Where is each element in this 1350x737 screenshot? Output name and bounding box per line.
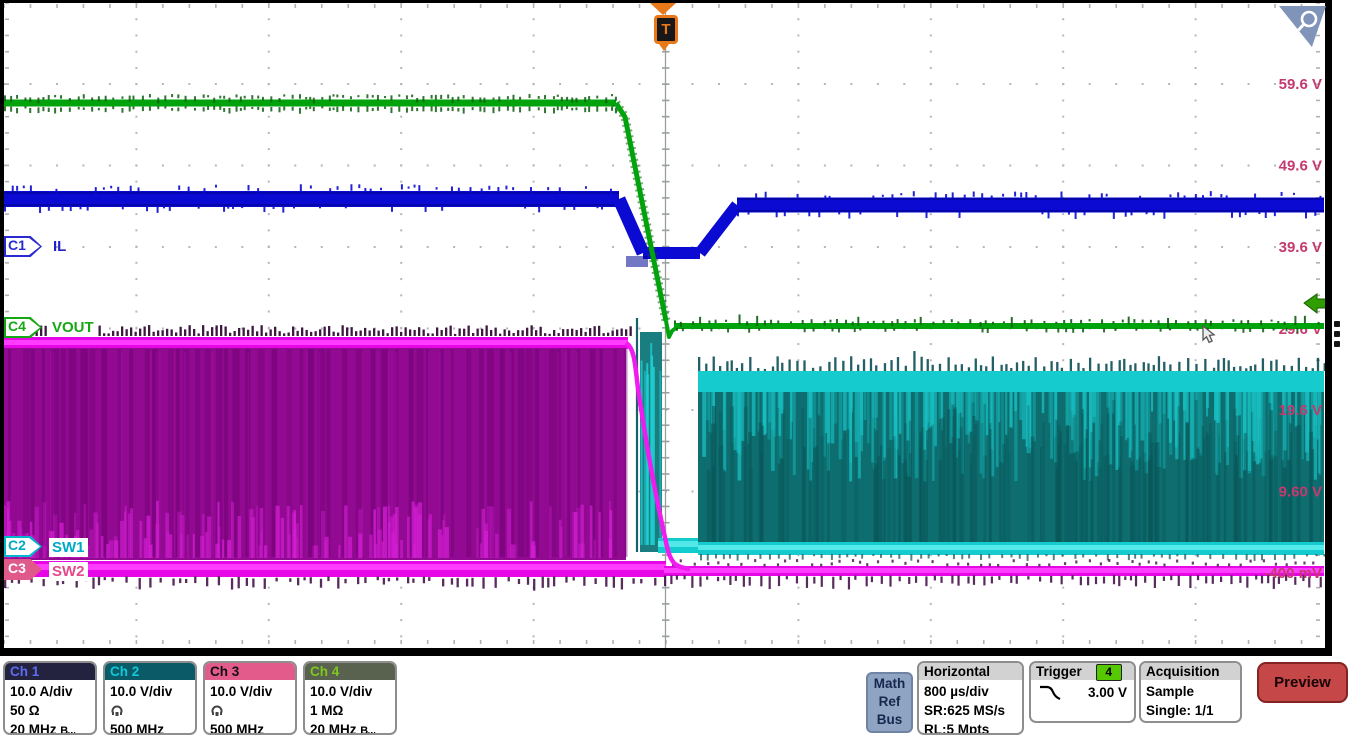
acquisition-title: Acquisition xyxy=(1141,663,1240,680)
c3-trace-label[interactable]: SW2 xyxy=(49,562,88,581)
ch4-coupling: 1 MΩ xyxy=(310,701,390,720)
channel-badge-ch4[interactable]: Ch 4 10.0 V/div 1 MΩ 20 MHz Bw xyxy=(303,661,397,735)
preview-button[interactable]: Preview xyxy=(1257,662,1348,703)
probe-coupling-icon xyxy=(110,701,190,720)
ch1-scale: 10.0 A/div xyxy=(10,682,90,701)
horizontal-sample-rate: SR:625 MS/s xyxy=(924,701,1017,720)
ch4-header: Ch 4 xyxy=(305,663,395,680)
bw-limit-icon: Bw xyxy=(60,725,75,735)
c1-badge-text: C1 xyxy=(8,237,26,253)
scale-label: 19.6 V xyxy=(1279,402,1322,419)
horizontal-title: Horizontal xyxy=(919,663,1022,680)
trigger-triangle-icon xyxy=(650,3,676,15)
ch2-bandwidth: 500 MHz xyxy=(110,720,190,735)
trigger-marker-icon: T xyxy=(654,15,678,44)
c1-trace-label[interactable]: IL xyxy=(50,237,69,256)
c2-trace-label[interactable]: SW1 xyxy=(49,538,88,557)
ch4-scale: 10.0 V/div xyxy=(310,682,390,701)
c3-badge-text: C3 xyxy=(8,560,26,576)
channel-marker-c2[interactable]: C2 xyxy=(4,536,42,557)
scale-label: 9.60 V xyxy=(1279,484,1322,501)
ch3-header: Ch 3 xyxy=(205,663,295,680)
channel-marker-c1[interactable]: C1 xyxy=(4,236,42,257)
ch1-header: Ch 1 xyxy=(5,663,95,680)
channel-badge-ch2[interactable]: Ch 2 10.0 V/div 500 MHz xyxy=(103,661,197,735)
scale-label: 39.6 V xyxy=(1279,239,1322,256)
bus-label: Bus xyxy=(868,711,911,729)
math-ref-bus-button[interactable]: Math Ref Bus xyxy=(866,672,913,733)
horizontal-badge[interactable]: Horizontal 800 µs/div SR:625 MS/s RL:5 M… xyxy=(917,661,1024,735)
scale-label: 49.6 V xyxy=(1279,158,1322,175)
scale-label: 59.6 V xyxy=(1279,76,1322,93)
trigger-level: 3.00 V xyxy=(1088,685,1127,700)
c4-badge-text: C4 xyxy=(8,318,26,334)
waveform-display[interactable]: 59.6 V 49.6 V 39.6 V 29.6 V 19.6 V 9.60 … xyxy=(0,0,1332,656)
channel-badge-ch3[interactable]: Ch 3 10.0 V/div 500 MHz xyxy=(203,661,297,735)
trigger-arrow-icon xyxy=(659,44,669,51)
c4-trace-label[interactable]: VOUT xyxy=(49,318,97,337)
trigger-title: Trigger4 xyxy=(1031,663,1134,680)
ch2-scale: 10.0 V/div xyxy=(110,682,190,701)
ref-label: Ref xyxy=(868,693,911,711)
bw-limit-icon: Bw xyxy=(360,725,375,735)
horizontal-scale: 800 µs/div xyxy=(924,682,1017,701)
trigger-source-chip: 4 xyxy=(1096,664,1122,681)
horizontal-record-length: RL:5 Mpts xyxy=(924,720,1017,735)
ch1-coupling: 50 Ω xyxy=(10,701,90,720)
math-label: Math xyxy=(868,675,911,693)
acquisition-count: Single: 1/1 xyxy=(1146,701,1235,720)
probe-coupling-icon xyxy=(210,701,290,720)
ch3-scale: 10.0 V/div xyxy=(210,682,290,701)
ch2-header: Ch 2 xyxy=(105,663,195,680)
ch3-bandwidth: 500 MHz xyxy=(210,720,290,735)
channel-marker-c4[interactable]: C4 xyxy=(4,317,42,338)
ch1-bandwidth: 20 MHz Bw xyxy=(10,720,90,735)
falling-edge-icon xyxy=(1038,684,1062,701)
menu-dots-icon[interactable] xyxy=(1334,321,1340,351)
acquisition-badge[interactable]: Acquisition Sample Single: 1/1 xyxy=(1139,661,1242,723)
scale-label: -400 mV xyxy=(1264,565,1322,582)
trigger-badge[interactable]: Trigger4 3.00 V xyxy=(1029,661,1136,723)
acquisition-mode: Sample xyxy=(1146,682,1235,701)
c2-badge-text: C2 xyxy=(8,537,26,553)
oscilloscope-screen: 59.6 V 49.6 V 39.6 V 29.6 V 19.6 V 9.60 … xyxy=(0,0,1350,737)
channel-badge-ch1[interactable]: Ch 1 10.0 A/div 50 Ω 20 MHz Bw xyxy=(3,661,97,735)
channel-marker-c3[interactable]: C3 xyxy=(4,559,42,580)
ch4-bandwidth: 20 MHz Bw xyxy=(310,720,390,735)
